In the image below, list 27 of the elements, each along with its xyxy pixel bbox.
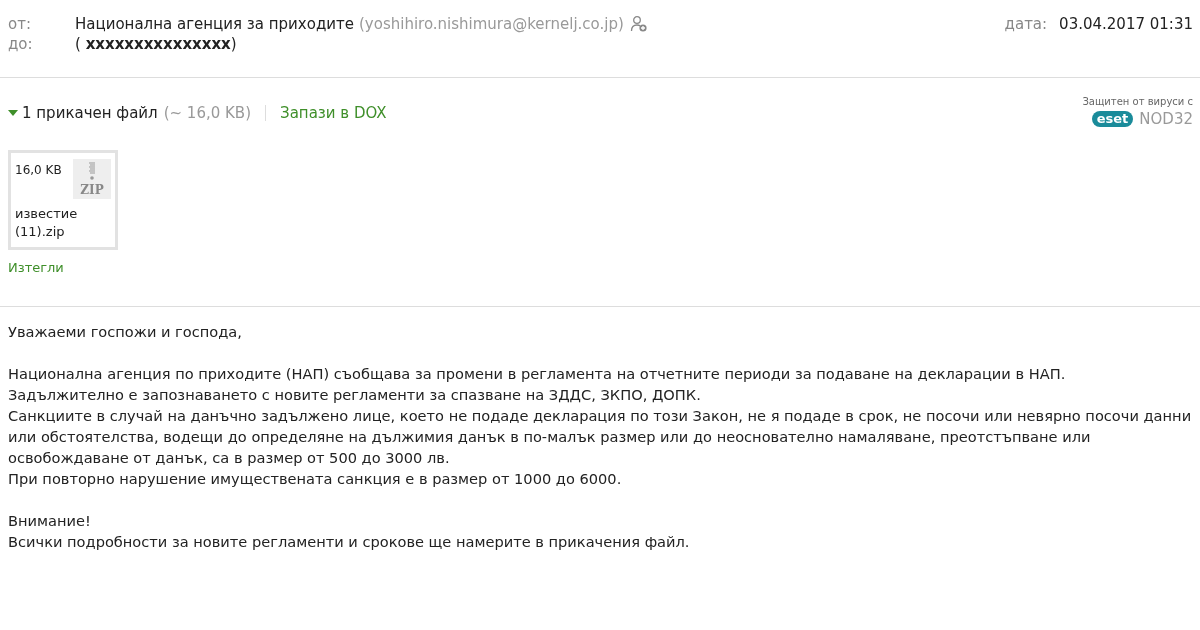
attachment-count[interactable]: 1 прикачен файл bbox=[22, 104, 158, 122]
date-value: 03.04.2017 01:31 bbox=[1059, 14, 1193, 34]
add-contact-icon[interactable] bbox=[629, 15, 648, 33]
attachment-card[interactable]: 16,0 KB ZIP известие (11).zip bbox=[8, 150, 118, 250]
sender-name: Национална агенция за приходите bbox=[75, 14, 354, 34]
file-name: известие (11).zip bbox=[15, 205, 79, 241]
save-link[interactable]: Запази в DOX bbox=[280, 104, 387, 122]
download-link[interactable]: Изтегли bbox=[8, 260, 64, 275]
antivirus-product: NOD32 bbox=[1139, 110, 1193, 128]
attachment-size: (~ 16,0 KB) bbox=[163, 104, 251, 122]
expand-arrow-icon[interactable] bbox=[8, 109, 18, 117]
antivirus-note: Защитен от вируси с bbox=[1082, 96, 1193, 107]
to-label: до: bbox=[8, 34, 34, 54]
date-label: дата: bbox=[1004, 14, 1048, 34]
message-text: Уважаеми госпожи и господа, bbox=[8, 322, 243, 342]
message-text: Внимание! bbox=[8, 511, 92, 531]
recipient: ( xxxxxxxxxxxxxxx) bbox=[75, 34, 237, 54]
zip-file-icon: ZIP bbox=[73, 159, 111, 199]
message-text: Национална агенция по приходите (НАП) съобщава за промени в регламента на отчетните периоди за подаване на декларации в НАП. bbox=[8, 364, 1067, 384]
file-size: 16,0 KB bbox=[15, 163, 62, 179]
message-text: Санкциите в случай на данъчно задължено лице, което не подаде декларация по този Закон, не я подаде в срок, не посочи или невярно посочи данни или обстоятелства, водещи до определяне на дължимия данък в по-малък размер или до неоснователно намаляване, преотстъпване или освобождаване от данък, са в размер от 500 до 3000 лв. bbox=[8, 406, 1192, 468]
sender-email: (yoshihiro.nishimura@kernelj.co.jp) bbox=[359, 14, 624, 34]
message-text: Задължително е запознаването с новите регламенти за спазване на ЗДДС, ЗКПО, ДОПК. bbox=[8, 385, 702, 405]
antivirus-logo: eset bbox=[1091, 111, 1134, 127]
message-text: Всички подробности за новите регламенти и срокове ще намерите в прикачения файл. bbox=[8, 532, 691, 552]
from-label: от: bbox=[8, 14, 32, 34]
message-text: При повторно нарушение имуществената санкция е в размер от 1000 до 6000. bbox=[8, 469, 623, 489]
